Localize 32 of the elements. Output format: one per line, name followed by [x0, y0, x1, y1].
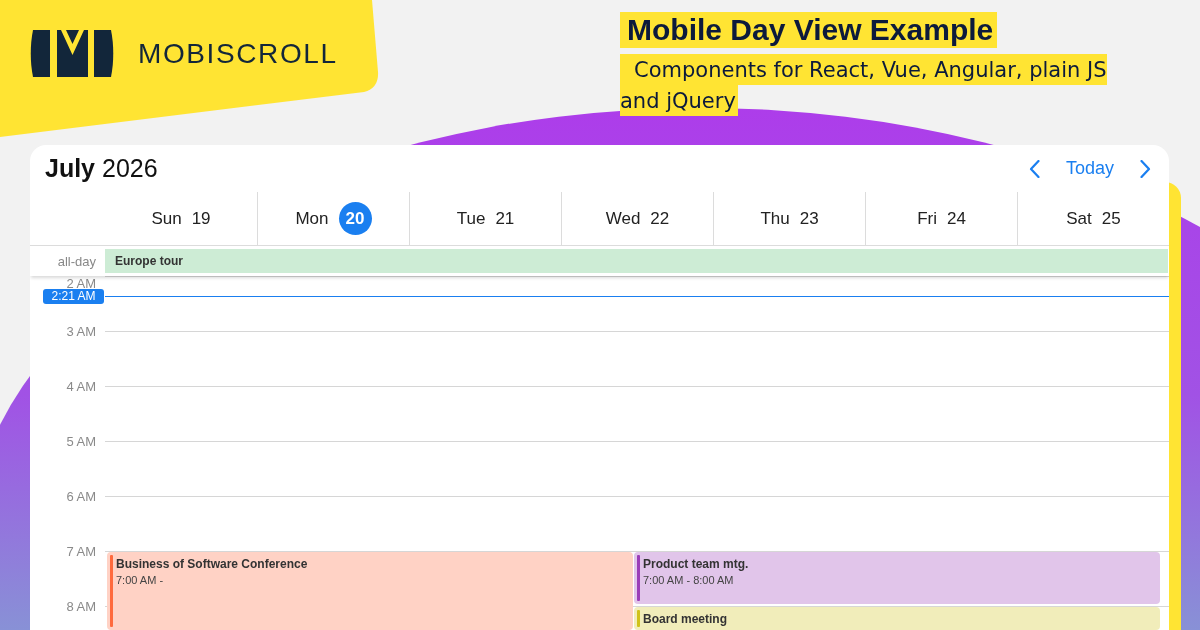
- calendar-event[interactable]: Business of Software Conference 7:00 AM -: [107, 552, 633, 630]
- day-tab[interactable]: Thu 23: [713, 192, 865, 245]
- current-time-badge: 2:21 AM: [43, 289, 104, 304]
- hour-label: 5 AM: [66, 434, 96, 449]
- hour-label: 3 AM: [66, 324, 96, 339]
- day-tab[interactable]: Sat 25: [1017, 192, 1169, 245]
- event-time: 7:00 AM -: [116, 573, 164, 587]
- day-tab[interactable]: Sun 19: [105, 192, 257, 245]
- brand-name: MOBISCROLL: [138, 37, 338, 70]
- hour-label: 8 AM: [66, 599, 96, 614]
- day-tab[interactable]: Wed 22: [561, 192, 713, 245]
- event-title: Board meeting: [643, 612, 727, 627]
- month-title: July 2026: [45, 154, 158, 183]
- event-title: Product team mtg.: [643, 557, 749, 572]
- today-button[interactable]: Today: [1061, 154, 1118, 183]
- hour-label: 7 AM: [66, 544, 96, 559]
- day-tab[interactable]: Mon 20: [257, 192, 409, 245]
- page-title: Mobile Day View Example: [620, 12, 998, 48]
- calendar-event[interactable]: Board meeting: [634, 607, 1160, 630]
- hour-label: 2 AM: [66, 276, 96, 291]
- calendar-event[interactable]: Product team mtg. 7:00 AM - 8:00 AM: [634, 552, 1160, 604]
- day-tab[interactable]: Tue 21: [409, 192, 561, 245]
- chevron-left-icon: [1028, 159, 1040, 178]
- logo-icon: [30, 30, 114, 77]
- chevron-right-icon: [1140, 159, 1151, 178]
- all-day-event[interactable]: Europe tour: [105, 249, 1168, 273]
- hour-label: 4 AM: [66, 379, 96, 394]
- hour-label: 6 AM: [66, 489, 96, 504]
- event-title: Business of Software Conference: [116, 557, 308, 572]
- day-tab[interactable]: Fri 24: [865, 192, 1017, 245]
- all-day-label: all-day: [57, 254, 96, 269]
- event-time: 7:00 AM - 8:00 AM: [643, 573, 734, 587]
